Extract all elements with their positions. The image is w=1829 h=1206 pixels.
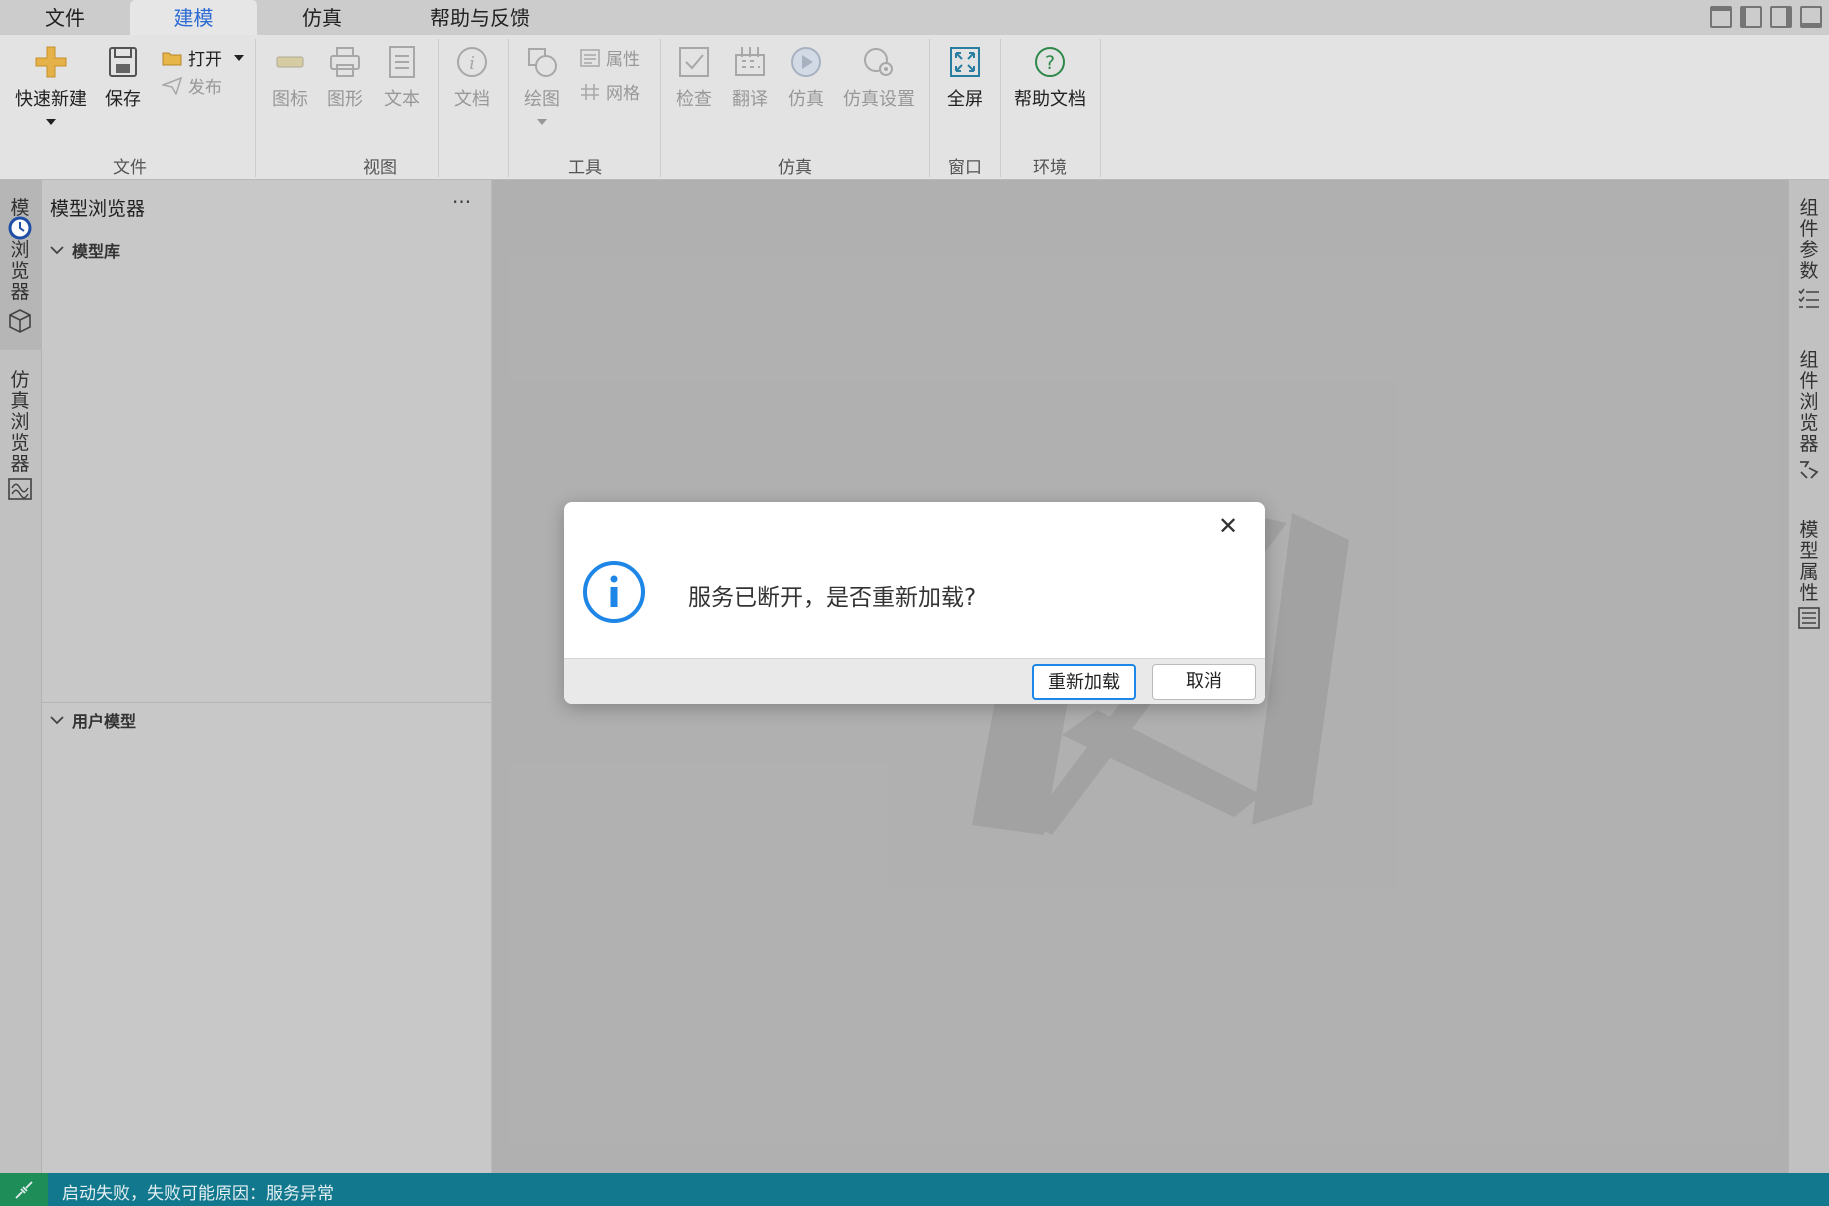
- dialog-footer: 重新加载 取消: [564, 658, 1265, 704]
- reload-dialog: ✕ 服务已断开，是否重新加载? 重新加载 取消: [564, 502, 1265, 704]
- info-icon: [583, 561, 645, 623]
- close-icon[interactable]: ✕: [1218, 514, 1238, 538]
- reload-button[interactable]: 重新加载: [1032, 664, 1136, 700]
- dialog-message: 服务已断开，是否重新加载?: [688, 585, 977, 611]
- cancel-button[interactable]: 取消: [1152, 664, 1256, 700]
